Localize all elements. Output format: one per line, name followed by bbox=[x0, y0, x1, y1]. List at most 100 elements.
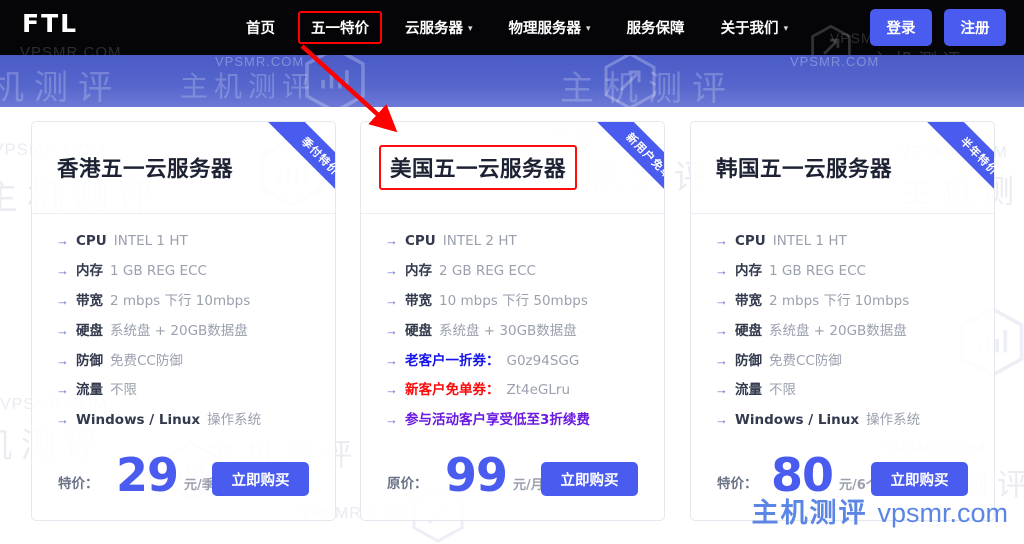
coupon-code: G0z94SGG bbox=[506, 352, 580, 369]
buy-now-button[interactable]: 立即购买 bbox=[212, 462, 309, 496]
spec-row: → 带宽 2 mbps 下行 10mbps bbox=[715, 293, 994, 310]
nav-item-about-us[interactable]: 关于我们 ▾ bbox=[708, 11, 802, 44]
spec-row: → CPU INTEL 2 HT bbox=[385, 233, 664, 250]
card-header: 美国五一云服务器 新用户免单 bbox=[361, 122, 664, 214]
spec-key: 带宽 bbox=[735, 292, 762, 309]
arrow-right-icon: → bbox=[56, 412, 69, 428]
arrow-right-icon: → bbox=[56, 262, 69, 278]
spec-key: 带宽 bbox=[76, 292, 103, 309]
price-label: 特价： bbox=[58, 476, 99, 492]
price-number: 29 bbox=[116, 448, 179, 502]
promo-text: 参与活动客户享受低至3折续费 bbox=[405, 412, 590, 429]
banner-watermark-cn-3: 主机测评 bbox=[560, 70, 736, 107]
arrow-right-icon: → bbox=[715, 233, 728, 248]
promo-ribbon: 新用户免单 bbox=[576, 122, 664, 210]
arrow-right-icon: → bbox=[385, 292, 398, 308]
spec-key: 防御 bbox=[76, 352, 103, 369]
spec-key: 防御 bbox=[735, 352, 762, 369]
login-button[interactable]: 登录 bbox=[870, 9, 932, 46]
spec-key: 硬盘 bbox=[76, 322, 103, 339]
hero-banner: 机测评 主机测评 主机测评 VPSMR.COM VPSMR.COM bbox=[0, 55, 1024, 107]
price-label: 特价： bbox=[717, 476, 758, 492]
spec-value: 系统盘 + 20GB数据盘 bbox=[110, 322, 248, 339]
spec-value: 系统盘 + 20GB数据盘 bbox=[769, 322, 907, 339]
spec-value: 操作系统 bbox=[207, 412, 262, 429]
promo-ribbon-label: 新用户免单 bbox=[623, 130, 664, 183]
spec-list: → CPU INTEL 1 HT → 内存 1 GB REG ECC → 带宽 2 mbps… bbox=[32, 214, 335, 429]
chevron-down-icon: ▾ bbox=[468, 23, 473, 34]
spec-row: → 防御 免费CC防御 bbox=[715, 353, 994, 370]
price-unit: 元/季 bbox=[184, 478, 215, 493]
banner-watermark-en-1: VPSMR.COM bbox=[215, 55, 305, 69]
arrow-right-icon: → bbox=[385, 262, 398, 278]
banner-watermark-cn-2: 主机测评 bbox=[180, 71, 317, 102]
nav-item-cloud-servers[interactable]: 云服务器 ▾ bbox=[392, 11, 486, 44]
spec-row: → 内存 1 GB REG ECC bbox=[56, 263, 335, 280]
spec-row: → 带宽 10 mbps 下行 50mbps bbox=[385, 293, 664, 310]
arrow-right-icon: → bbox=[715, 352, 728, 368]
promo-ribbon: 半年特价 bbox=[906, 122, 994, 210]
header-watermark-cn: 主机测评 bbox=[870, 46, 966, 55]
spec-key: 流量 bbox=[735, 382, 762, 399]
arrow-right-icon: → bbox=[56, 352, 69, 368]
card-title: 香港五一云服务器 bbox=[57, 157, 234, 182]
price-row: 特价： 29 元/季 立即购买 bbox=[32, 440, 335, 502]
banner-watermark-en-2: VPSMR.COM bbox=[790, 55, 880, 69]
price-unit: 元/月 bbox=[513, 478, 544, 493]
arrow-right-icon: → bbox=[715, 262, 728, 278]
arrow-right-icon: → bbox=[56, 292, 69, 308]
card-header: 香港五一云服务器 季付特价 bbox=[32, 122, 335, 214]
spec-key: 内存 bbox=[735, 262, 762, 279]
promo-ribbon-label: 半年特价 bbox=[957, 134, 994, 178]
nav-item-home[interactable]: 首页 bbox=[233, 11, 288, 44]
spec-value: 系统盘 + 30GB数据盘 bbox=[439, 322, 577, 339]
nav-label: 首页 bbox=[246, 21, 275, 37]
spec-key: Windows / Linux bbox=[76, 412, 201, 429]
chevron-down-icon: ▾ bbox=[586, 23, 591, 34]
nav-label: 五一特价 bbox=[311, 21, 369, 37]
nav-label: 服务保障 bbox=[626, 21, 685, 37]
spec-key: 内存 bbox=[76, 262, 103, 279]
spec-key: Windows / Linux bbox=[735, 412, 860, 429]
register-button[interactable]: 注册 bbox=[944, 9, 1006, 46]
nav-item-service-guarantee[interactable]: 服务保障 bbox=[614, 11, 698, 44]
spec-row: → CPU INTEL 1 HT bbox=[56, 233, 335, 250]
nav-label: 关于我们 bbox=[720, 21, 779, 37]
arrow-right-icon: → bbox=[56, 233, 69, 248]
banner-watermark-cn-1: 机测评 bbox=[0, 69, 122, 107]
arrow-right-icon: → bbox=[385, 233, 398, 248]
spec-row: → Windows / Linux 操作系统 bbox=[715, 412, 994, 429]
nav-item-mayday-deals[interactable]: 五一特价 bbox=[298, 11, 382, 44]
spec-key: 流量 bbox=[76, 382, 103, 399]
site-logo[interactable]: FTL bbox=[22, 9, 78, 38]
spec-row-coupon-existing: → 老客户一折券： G0z94SGG bbox=[385, 353, 664, 370]
arrow-right-icon: → bbox=[56, 382, 69, 398]
spec-value: 免费CC防御 bbox=[769, 352, 842, 369]
header-watermark-en: VPSMR.COM bbox=[20, 44, 122, 55]
arrow-right-icon: → bbox=[715, 412, 728, 428]
spec-value: 不限 bbox=[110, 382, 137, 399]
card-header: 韩国五一云服务器 半年特价 bbox=[691, 122, 994, 214]
spec-value: 1 GB REG ECC bbox=[110, 262, 207, 279]
pricing-card-hongkong[interactable]: 香港五一云服务器 季付特价 → CPU INTEL 1 HT → 内存 1 GB REG… bbox=[31, 121, 336, 521]
buy-now-button[interactable]: 立即购买 bbox=[541, 462, 638, 496]
spec-key: 内存 bbox=[405, 262, 432, 279]
spec-row: → 带宽 2 mbps 下行 10mbps bbox=[56, 293, 335, 310]
footer-brand-url: vpsmr.com bbox=[877, 498, 1008, 528]
pricing-card-korea[interactable]: 韩国五一云服务器 半年特价 → CPU INTEL 1 HT → 内存 1 GB REG… bbox=[690, 121, 995, 521]
spec-value: 2 GB REG ECC bbox=[439, 262, 536, 279]
spec-row: → 流量 不限 bbox=[56, 382, 335, 399]
spec-row: → 硬盘 系统盘 + 30GB数据盘 bbox=[385, 323, 664, 340]
promo-ribbon: 季付特价 bbox=[247, 122, 335, 210]
nav-item-physical-servers[interactable]: 物理服务器 ▾ bbox=[496, 11, 604, 44]
auth-buttons: 登录 注册 bbox=[870, 9, 1006, 46]
spec-row: → 内存 1 GB REG ECC bbox=[715, 263, 994, 280]
price-row: 原价： 99 元/月 立即购买 bbox=[361, 440, 664, 502]
pricing-card-usa[interactable]: 美国五一云服务器 新用户免单 → CPU INTEL 2 HT → 内存 2 GB RE… bbox=[360, 121, 665, 521]
spec-key: CPU bbox=[735, 233, 766, 249]
card-title: 韩国五一云服务器 bbox=[716, 157, 893, 182]
spec-row: → CPU INTEL 1 HT bbox=[715, 233, 994, 250]
arrow-right-icon: → bbox=[385, 352, 398, 368]
arrow-right-icon: → bbox=[715, 322, 728, 338]
arrow-right-icon: → bbox=[715, 292, 728, 308]
